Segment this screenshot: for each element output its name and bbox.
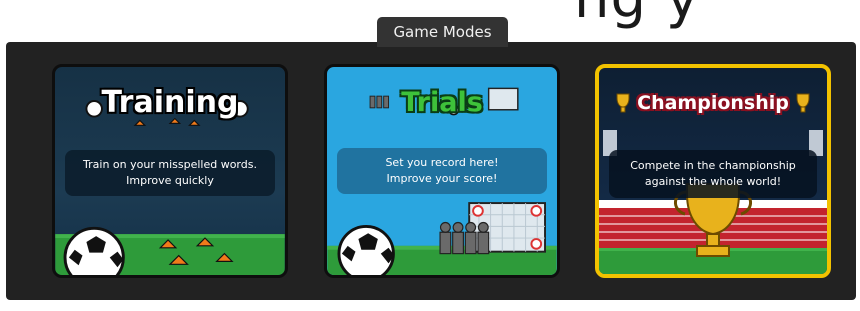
trials-title: Trials: [401, 87, 483, 118]
championship-mode-card[interactable]: Championship Compete in the championship…: [595, 64, 831, 278]
trials-mode-card[interactable]: Trials Set you record here! Improve your…: [324, 64, 560, 278]
championship-description: Compete in the championship against the …: [609, 150, 817, 198]
game-modes-tab[interactable]: Game Modes: [377, 17, 508, 47]
background-heading-fragment: ng y: [574, 0, 700, 31]
training-title: Training: [101, 85, 239, 120]
championship-title: Championship: [637, 92, 789, 114]
training-mode-card[interactable]: Training Train on your misspelled words.…: [52, 64, 288, 278]
training-description: Train on your misspelled words. Improve …: [65, 150, 275, 196]
soccer-ball-icon: [337, 224, 395, 275]
soccer-ball-icon: [63, 226, 125, 275]
trials-description: Set you record here! Improve your score!: [337, 148, 547, 194]
